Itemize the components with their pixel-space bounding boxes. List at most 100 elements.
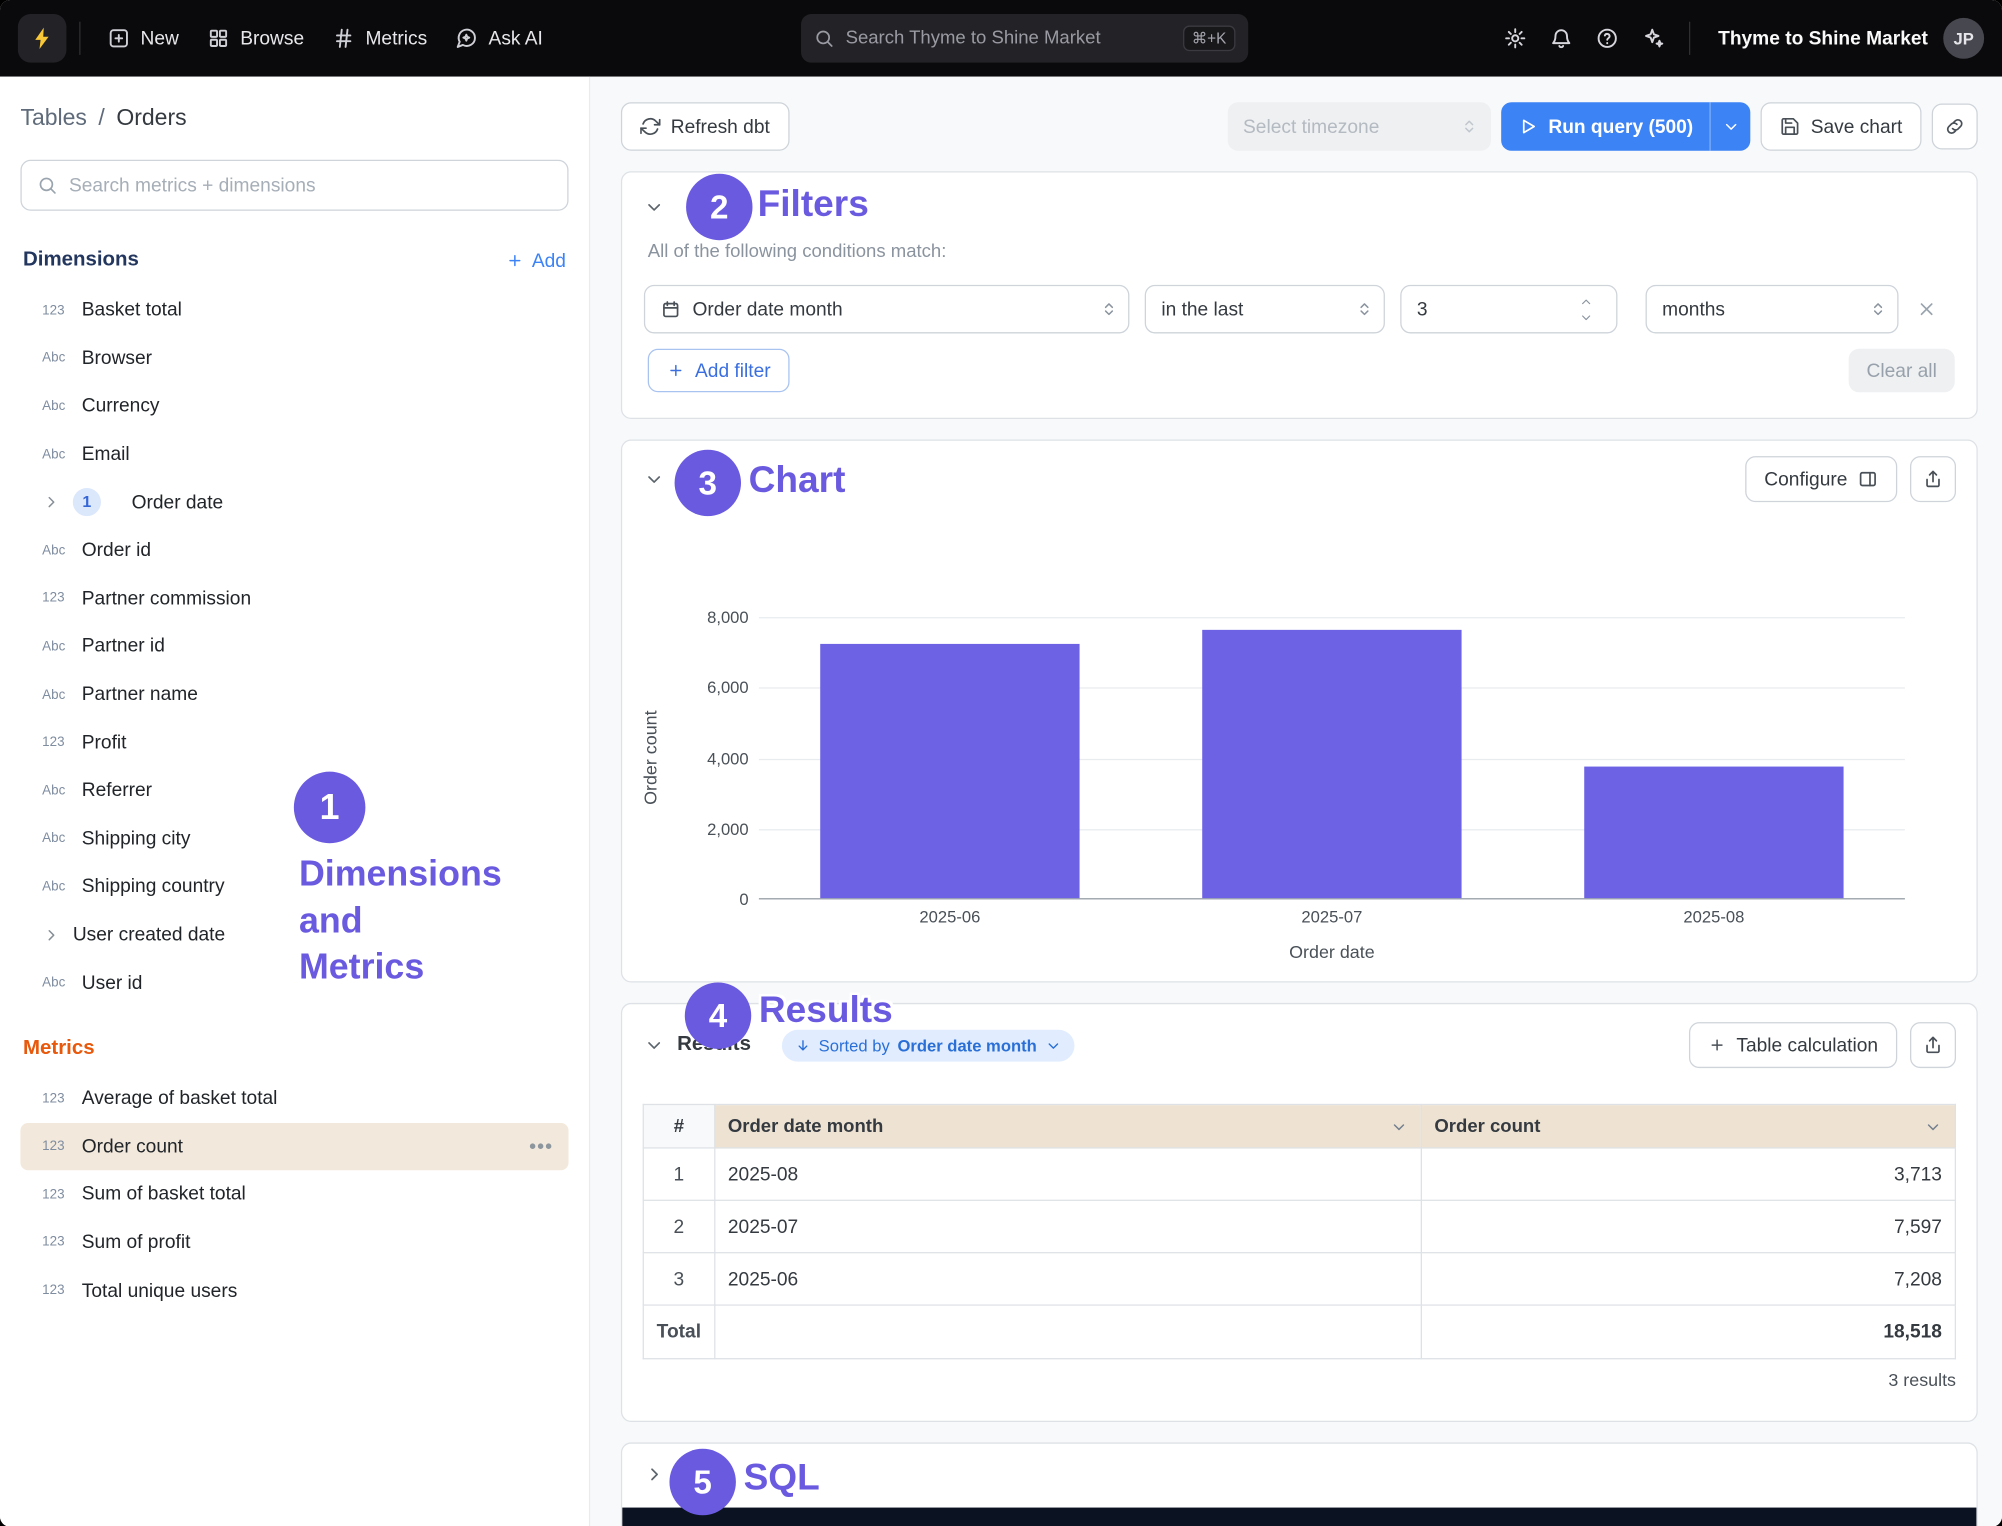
month-cell[interactable]: 2025-06 [714,1253,1421,1305]
ask-ai-button[interactable]: Ask AI [441,17,557,60]
fields-search-input[interactable] [69,174,552,196]
sidebar-item-order-id[interactable]: AbcOrder id [20,526,568,574]
refresh-dbt-button[interactable]: Refresh dbt [621,102,789,151]
sidebar-item-partner-commission[interactable]: 123Partner commission [20,574,568,622]
column-header-order-date-month[interactable]: Order date month [714,1104,1421,1147]
nav-item-label: Ask AI [489,27,543,49]
add-dimension-button[interactable]: Add [506,250,566,272]
text-type-icon: Abc [42,831,82,846]
bar-2025-08 [1584,767,1843,898]
metrics-nav-item[interactable]: Metrics [318,17,441,60]
nav-item-label: Metrics [365,27,427,49]
column-header-order-count[interactable]: Order count [1421,1104,1955,1147]
x-icon [1916,299,1936,319]
table-calculation-button[interactable]: Table calculation [1689,1022,1897,1068]
number-type-icon: 123 [42,303,82,318]
field-label: Sum of profit [82,1232,191,1254]
number-type-icon: 123 [42,1283,82,1298]
share-link-button[interactable] [1932,103,1978,149]
annotation-step-3-circle: 3 [675,450,741,516]
sidebar-item-total-unique-users[interactable]: 123Total unique users [20,1266,568,1314]
sidebar-item-order-count[interactable]: 123 Order count ••• [20,1122,568,1170]
timezone-select[interactable]: Select timezone [1228,102,1491,151]
workspace-name[interactable]: Thyme to Shine Market [1703,27,1943,49]
collapse-chevron-icon[interactable] [644,197,664,217]
lightdash-logo[interactable] [18,14,67,63]
filter-unit-select[interactable]: months [1646,285,1899,334]
chevron-down-icon [1578,310,1592,324]
count-cell[interactable]: 7,597 [1421,1200,1955,1252]
field-label: Profit [82,732,127,754]
user-avatar[interactable]: JP [1943,18,1984,59]
run-query-button[interactable]: Run query (500) [1501,102,1751,151]
text-type-icon: Abc [42,543,82,558]
number-type-icon: 123 [42,1187,82,1202]
sidebar-item-browser[interactable]: AbcBrowser [20,334,568,382]
field-label: Order id [82,539,151,561]
sidebar-item-sum-of-profit[interactable]: 123Sum of profit [20,1218,568,1266]
chevron-down-icon [1044,1037,1061,1054]
global-search-input[interactable] [846,28,1172,48]
sorted-by-pill[interactable]: Sorted by Order date month [782,1029,1074,1061]
global-search[interactable]: ⌘+K [801,14,1248,63]
selector-icon [1460,118,1478,136]
filter-operator-select[interactable]: in the last [1145,285,1385,334]
month-cell[interactable]: 2025-08 [714,1148,1421,1200]
sidebar-item-email[interactable]: AbcEmail [20,430,568,478]
sidebar-item-partner-name[interactable]: AbcPartner name [20,670,568,718]
export-results-button[interactable] [1910,1022,1956,1068]
sidebar-item-average-basket-total[interactable]: 123Average of basket total [20,1074,568,1122]
ai-chat-icon [455,27,478,50]
sidebar-item-currency[interactable]: AbcCurrency [20,382,568,430]
y-axis-tick: 0 [622,890,748,909]
sidebar-item-basket-total[interactable]: 123Basket total [20,286,568,334]
y-axis-tick: 4,000 [622,749,748,768]
filter-value-input[interactable] [1400,285,1617,334]
sidebar-item-profit[interactable]: 123Profit [20,718,568,766]
sidebar-item-sum-basket-total[interactable]: 123Sum of basket total [20,1170,568,1218]
settings-button[interactable] [1492,15,1538,61]
gear-icon [1503,27,1526,50]
run-query-dropdown[interactable] [1711,102,1751,151]
number-stepper[interactable] [1568,294,1604,323]
count-cell[interactable]: 7,208 [1421,1253,1955,1305]
search-icon [814,28,834,48]
text-type-icon: Abc [42,447,82,462]
collapse-chevron-icon[interactable] [644,1035,664,1055]
clear-all-filters-button[interactable]: Clear all [1849,349,1955,392]
count-cell[interactable]: 3,713 [1421,1148,1955,1200]
breadcrumb-current: Orders [116,105,186,132]
whats-new-button[interactable] [1630,15,1676,61]
notifications-button[interactable] [1538,15,1584,61]
metrics-list: 123Average of basket total 123 Order cou… [20,1074,568,1314]
sidebar-item-order-date[interactable]: 1 Order date [20,478,568,526]
filters-card: All of the following conditions match: O… [621,171,1978,419]
query-toolbar: Refresh dbt Select timezone Run query (5… [621,102,1978,151]
sql-card: 5 SQL [621,1442,1978,1526]
filter-value-field[interactable] [1402,298,1568,320]
browse-menu[interactable]: Browse [193,17,318,60]
month-cell[interactable]: 2025-07 [714,1200,1421,1252]
selector-icon [1356,300,1374,318]
x-axis-tick: 2025-07 [1141,907,1523,926]
save-icon [1780,116,1800,136]
expand-chevron-icon[interactable] [644,1464,664,1484]
annotation-step-2-circle: 2 [686,174,752,240]
chevron-up-icon [1578,294,1592,308]
help-button[interactable] [1584,15,1630,61]
search-shortcut-badge: ⌘+K [1183,26,1235,52]
remove-filter-button[interactable] [1916,299,1936,319]
add-filter-button[interactable]: Add filter [648,349,790,392]
play-icon [1518,116,1538,136]
field-options-menu[interactable]: ••• [529,1136,553,1158]
annotation-step-4-circle: 4 [685,982,751,1048]
save-chart-button[interactable]: Save chart [1761,102,1922,151]
new-button[interactable]: New [93,17,193,60]
breadcrumb-tables-link[interactable]: Tables [20,105,86,132]
grid-icon [207,27,230,50]
sidebar-item-partner-id[interactable]: AbcPartner id [20,622,568,670]
filter-field-select[interactable]: Order date month [644,285,1129,334]
text-type-icon: Abc [42,975,82,990]
annotation-step-2-label: Filters [758,184,869,226]
fields-search[interactable] [20,160,568,211]
